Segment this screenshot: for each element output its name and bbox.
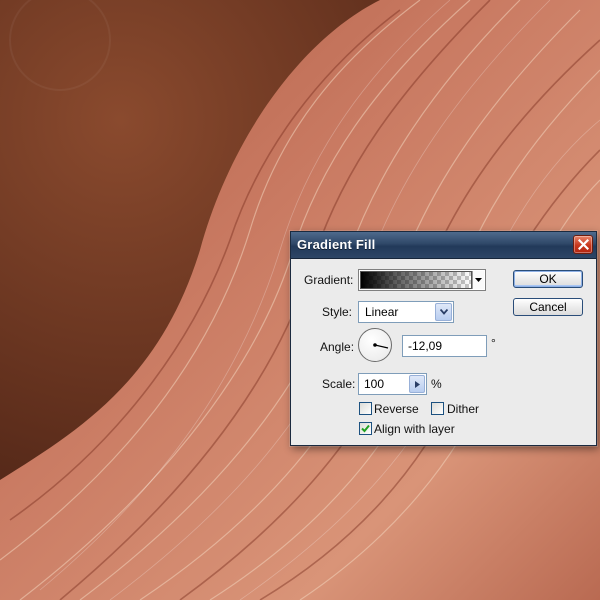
scale-label: Scale: (322, 377, 356, 391)
gradient-dropdown-button[interactable] (472, 271, 484, 289)
dialog-titlebar[interactable]: Gradient Fill (291, 232, 596, 259)
ok-button[interactable]: OK (513, 270, 583, 288)
scale-slider-button[interactable] (409, 375, 425, 393)
style-label: Style: (322, 305, 353, 319)
angle-dial[interactable] (358, 328, 392, 362)
dither-checkbox[interactable] (431, 402, 444, 415)
style-dropdown-button[interactable] (435, 303, 452, 321)
chevron-down-icon (440, 309, 448, 315)
style-select-value: Linear (365, 305, 399, 319)
scale-input[interactable]: 100 (358, 373, 427, 395)
angle-label: Angle: (320, 340, 355, 354)
dither-label[interactable]: Dither (447, 402, 479, 416)
angle-input[interactable]: -12,09 (402, 335, 487, 357)
scale-percent-unit: % (431, 377, 442, 391)
angle-dial-needle (373, 343, 389, 349)
style-select[interactable]: Linear (358, 301, 454, 323)
gradient-label: Gradient: (304, 273, 354, 287)
reverse-label[interactable]: Reverse (374, 402, 419, 416)
checkmark-icon (361, 424, 370, 433)
dialog-title: Gradient Fill (297, 237, 376, 252)
close-button[interactable] (573, 235, 593, 254)
gradient-picker[interactable] (358, 269, 486, 291)
close-x-icon (578, 239, 589, 250)
triangle-right-icon (415, 381, 420, 388)
gradient-preview-swatch[interactable] (360, 271, 472, 289)
reverse-checkbox[interactable] (359, 402, 372, 415)
cancel-button[interactable]: Cancel (513, 298, 583, 316)
align-with-layer-checkbox[interactable] (359, 422, 372, 435)
chevron-down-icon (475, 278, 482, 282)
angle-input-value: -12,09 (408, 339, 443, 353)
gradient-fill-dialog: Gradient Fill Gradient: Style: Linear An… (290, 231, 597, 446)
align-with-layer-label[interactable]: Align with layer (374, 422, 455, 436)
scale-input-value: 100 (364, 377, 385, 391)
angle-degree-unit: ° (491, 336, 496, 350)
